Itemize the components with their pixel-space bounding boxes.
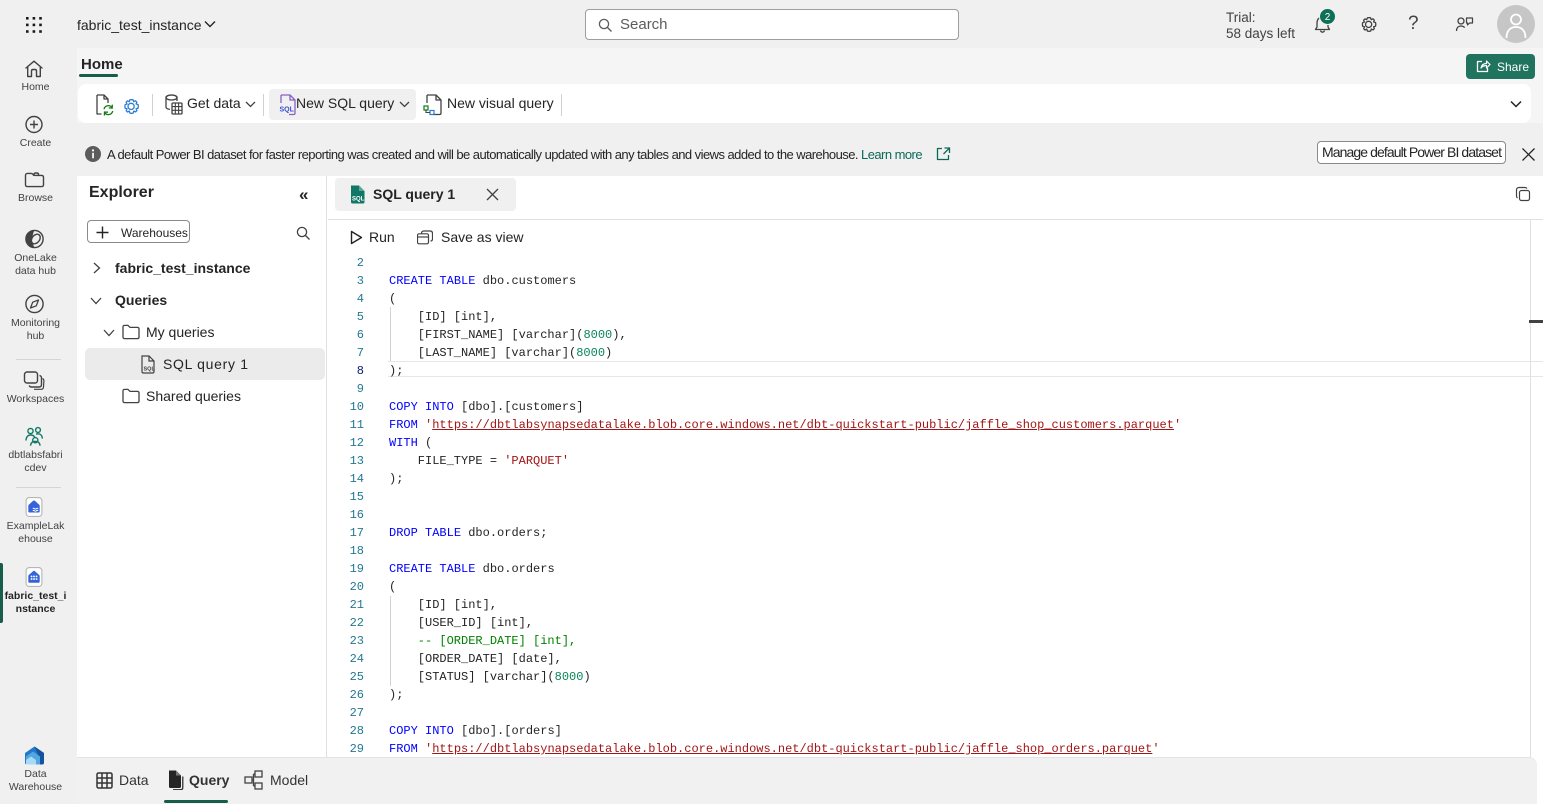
svg-text:2: 2 <box>1325 12 1331 23</box>
svg-text:SQL: SQL <box>144 367 156 373</box>
svg-text:SQL: SQL <box>352 197 365 203</box>
svg-text:SQL: SQL <box>280 107 295 114</box>
